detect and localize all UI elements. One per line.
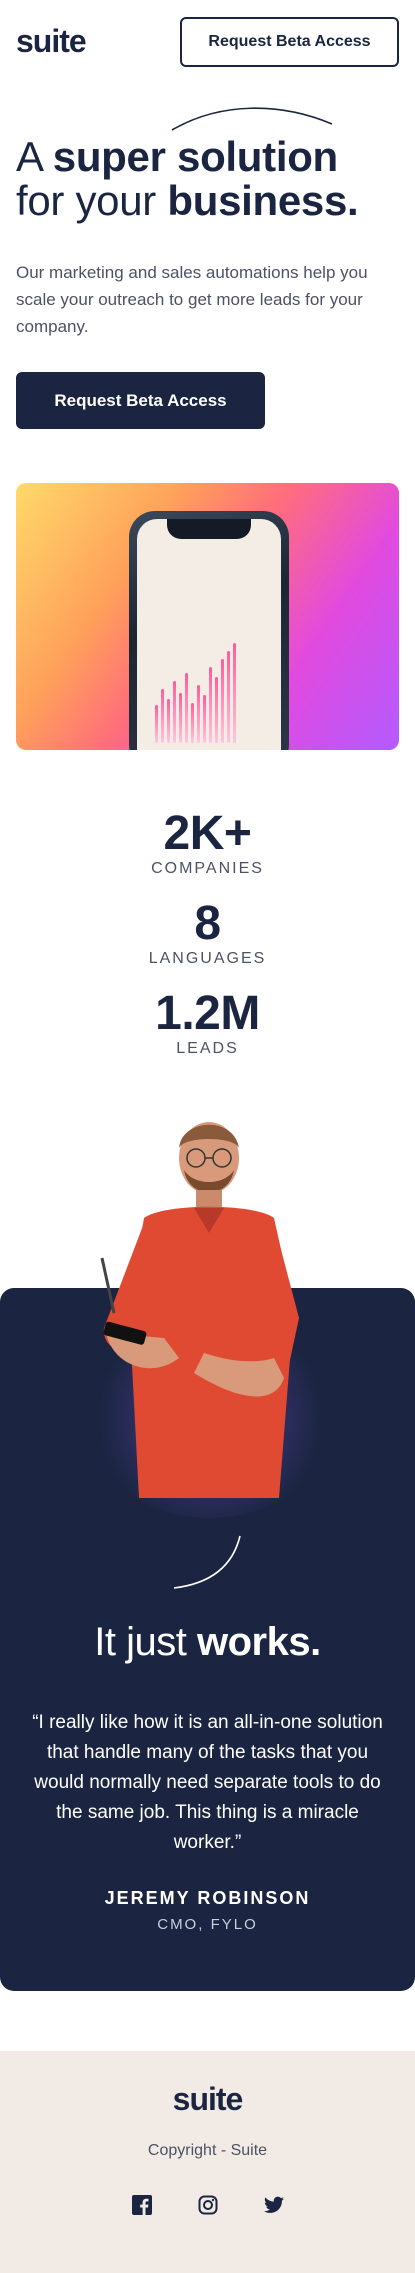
hero-section: A super solution for your business. Our … <box>0 83 415 750</box>
stat-value: 2K+ <box>163 807 252 860</box>
stat-label: COMPANIES <box>151 860 264 877</box>
stat-leads: 1.2M LEADS <box>0 990 415 1058</box>
stat-label: LANGUAGES <box>148 950 267 967</box>
footer-logo[interactable]: suite <box>0 2081 415 2118</box>
testimonial-author-role: CMO, FYLO <box>157 1916 258 1933</box>
decorative-arc <box>173 1535 241 1589</box>
stat-companies: 2K+ COMPANIES <box>0 810 415 878</box>
testimonial-author-name: JEREMY ROBINSON <box>104 1888 311 1908</box>
site-footer: suite Copyright - Suite <box>0 2051 415 2273</box>
decorative-arc <box>171 107 333 131</box>
testimonial-title: It just works. <box>94 1620 321 1664</box>
site-header: suite Request Beta Access <box>0 0 415 83</box>
phone-screen <box>137 519 281 750</box>
social-links <box>0 2194 415 2216</box>
chart-bars-illustration <box>155 643 236 743</box>
testimonial-person-image <box>100 1122 299 1498</box>
request-beta-access-button[interactable]: Request Beta Access <box>16 372 265 429</box>
stat-value: 1.2M <box>155 987 260 1040</box>
copyright-text: Copyright - Suite <box>147 2142 268 2159</box>
testimonial-section: It just works. “I really like how it is … <box>0 1108 415 2051</box>
hero-image <box>16 483 399 750</box>
instagram-icon[interactable] <box>197 2194 219 2216</box>
logo[interactable]: suite <box>16 23 87 60</box>
hero-description: Our marketing and sales automations help… <box>16 263 368 336</box>
request-beta-access-header-button[interactable]: Request Beta Access <box>180 16 399 67</box>
twitter-icon[interactable] <box>263 2194 285 2216</box>
phone-illustration <box>129 511 289 750</box>
page: suite Request Beta Access A super soluti… <box>0 0 415 2273</box>
testimonial-quote: “I really like how it is an all-in-one s… <box>32 1712 383 1853</box>
facebook-icon[interactable] <box>131 2194 153 2216</box>
phone-notch <box>167 519 251 539</box>
hero-title: A super solution for your business. <box>16 133 359 224</box>
stat-value: 8 <box>194 897 221 950</box>
stat-label: LEADS <box>176 1040 239 1057</box>
stats-section: 2K+ COMPANIES 8 LANGUAGES 1.2M LEADS <box>0 810 415 1058</box>
stat-languages: 8 LANGUAGES <box>0 900 415 968</box>
